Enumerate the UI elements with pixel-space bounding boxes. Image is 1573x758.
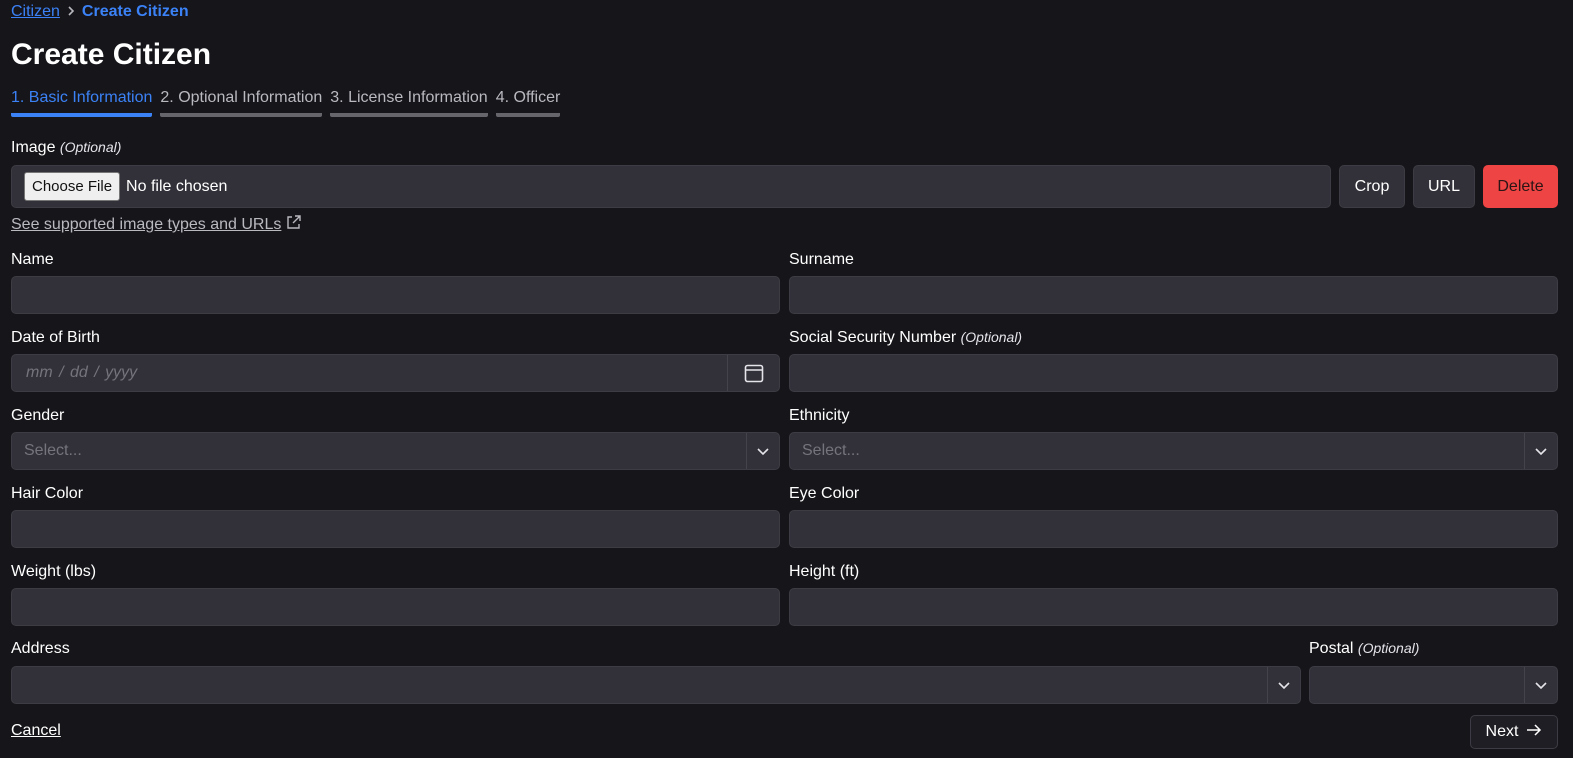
height-input[interactable]: [789, 588, 1558, 626]
external-link-icon: [285, 214, 302, 236]
surname-label: Surname: [789, 251, 854, 268]
cancel-link[interactable]: Cancel: [11, 722, 61, 740]
eye-color-label: Eye Color: [789, 485, 860, 502]
address-select[interactable]: [11, 666, 1301, 704]
chevron-right-icon: [66, 4, 76, 20]
tab-license-information[interactable]: 3. License Information: [330, 89, 488, 117]
url-button[interactable]: URL: [1413, 165, 1475, 208]
chevron-down-icon[interactable]: [746, 433, 779, 469]
ethnicity-select[interactable]: Select...: [789, 432, 1558, 470]
ethnicity-label: Ethnicity: [789, 407, 850, 424]
name-label: Name: [11, 251, 54, 268]
calendar-icon[interactable]: [727, 355, 779, 391]
breadcrumb-citizen-link[interactable]: Citizen: [11, 3, 60, 21]
breadcrumb: Citizen Create Citizen: [11, 3, 189, 21]
postal-select[interactable]: [1309, 666, 1558, 704]
delete-button[interactable]: Delete: [1483, 165, 1558, 208]
image-label: Image (Optional): [11, 139, 122, 156]
dob-placeholder: mm / dd / yyyy: [26, 364, 138, 381]
step-tabs: 1. Basic Information 2. Optional Informa…: [11, 89, 561, 117]
crop-button[interactable]: Crop: [1339, 165, 1405, 208]
tab-optional-information[interactable]: 2. Optional Information: [160, 89, 323, 117]
name-input[interactable]: [11, 276, 780, 314]
dob-label: Date of Birth: [11, 329, 100, 346]
postal-label: Postal (Optional): [1309, 640, 1420, 657]
chevron-down-icon[interactable]: [1524, 433, 1557, 469]
arrow-right-icon: [1526, 723, 1542, 741]
chevron-down-icon[interactable]: [1267, 667, 1300, 703]
ssn-label: Social Security Number (Optional): [789, 329, 1023, 346]
dob-input[interactable]: mm / dd / yyyy: [11, 354, 780, 392]
tab-officer[interactable]: 4. Officer: [495, 89, 561, 117]
weight-label: Weight (lbs): [11, 563, 97, 580]
ethnicity-placeholder: Select...: [802, 442, 860, 459]
hair-color-input[interactable]: [11, 510, 780, 548]
breadcrumb-current: Create Citizen: [81, 3, 189, 20]
next-button[interactable]: Next: [1470, 715, 1558, 749]
choose-file-button[interactable]: Choose File: [24, 172, 121, 201]
tab-basic-information[interactable]: 1. Basic Information: [11, 89, 153, 117]
gender-placeholder: Select...: [24, 442, 82, 459]
image-upload-row: Choose File No file chosen Crop URL Dele…: [11, 165, 1558, 208]
eye-color-input[interactable]: [789, 510, 1558, 548]
gender-select[interactable]: Select...: [11, 432, 780, 470]
no-file-text: No file chosen: [126, 177, 228, 195]
page-title: Create Citizen: [11, 38, 212, 71]
address-label: Address: [11, 640, 70, 657]
ssn-input[interactable]: [789, 354, 1558, 392]
height-label: Height (ft): [789, 563, 860, 580]
hair-color-label: Hair Color: [11, 485, 84, 502]
surname-input[interactable]: [789, 276, 1558, 314]
image-file-input[interactable]: Choose File No file chosen: [11, 165, 1331, 208]
create-citizen-page: Citizen Create Citizen Create Citizen 1.…: [0, 0, 1573, 758]
gender-label: Gender: [11, 407, 65, 424]
chevron-down-icon[interactable]: [1524, 667, 1557, 703]
weight-input[interactable]: [11, 588, 780, 626]
supported-image-types-link[interactable]: See supported image types and URLs: [11, 214, 302, 236]
